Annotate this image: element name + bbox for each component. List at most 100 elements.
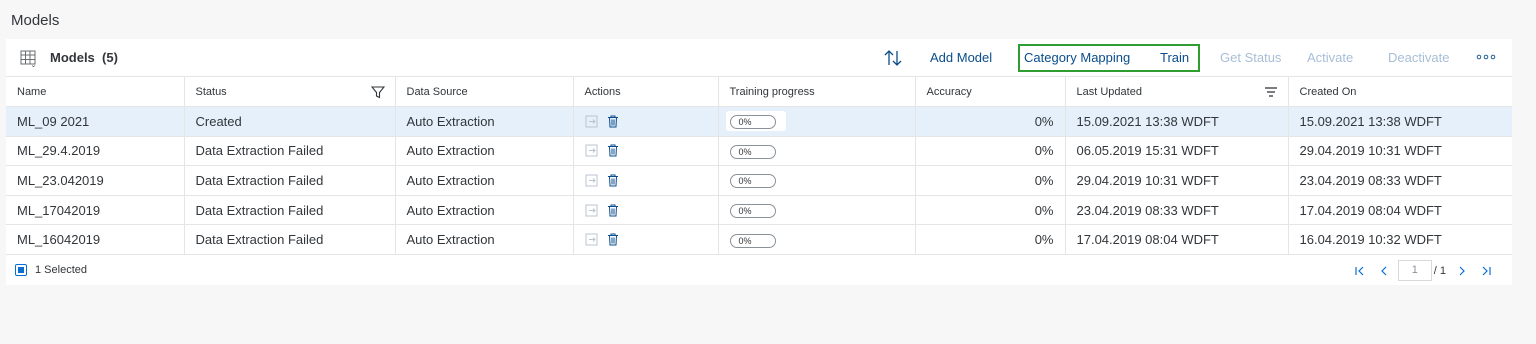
cell-data-source: Auto Extraction — [395, 165, 574, 196]
column-header-status-label: Status — [195, 85, 227, 98]
table-count: (5) — [102, 50, 118, 65]
cell-actions — [573, 165, 719, 196]
cell-accuracy: 0% — [915, 224, 1066, 255]
column-header-last-updated-label: Last Updated — [1076, 85, 1142, 98]
progress-container: 0% — [726, 141, 786, 161]
select-all-checkbox[interactable] — [15, 264, 27, 276]
cell-accuracy: 0% — [915, 165, 1066, 196]
table-row[interactable]: ML_17042019 Data Extraction Failed Auto … — [6, 195, 1512, 226]
delete-icon[interactable] — [607, 204, 619, 217]
table-row[interactable]: ML_16042019 Data Extraction Failed Auto … — [6, 224, 1512, 255]
page-input[interactable]: 1 — [1397, 260, 1432, 281]
cell-status: Created — [184, 106, 396, 137]
deactivate-button[interactable]: Deactivate — [1388, 50, 1449, 65]
column-header-data-source[interactable]: Data Source — [395, 76, 574, 107]
cell-last-updated: 29.04.2019 10:31 WDFT — [1065, 165, 1289, 196]
sort-icon[interactable] — [882, 48, 904, 68]
cell-created-on: 16.04.2019 10:32 WDFT — [1288, 224, 1512, 255]
cell-status: Data Extraction Failed — [184, 136, 396, 167]
column-header-last-updated[interactable]: Last Updated — [1065, 76, 1289, 107]
cell-actions — [573, 195, 719, 226]
cell-status: Data Extraction Failed — [184, 165, 396, 196]
progress-indicator: 0% — [729, 115, 776, 130]
table-row[interactable]: ML_29.4.2019 Data Extraction Failed Auto… — [6, 136, 1512, 167]
cell-accuracy: 0% — [915, 136, 1066, 167]
cell-data-source: Auto Extraction — [395, 224, 574, 255]
paginator: 1 / 1 — [1348, 260, 1498, 281]
table-row[interactable]: ML_09 2021 Created Auto Extraction 0% 0%… — [6, 106, 1512, 137]
activate-button[interactable]: Activate — [1307, 50, 1353, 65]
selected-count: 1 Selected — [35, 264, 87, 276]
column-header-status[interactable]: Status — [184, 76, 396, 107]
column-header-training-progress[interactable]: Training progress — [718, 76, 916, 107]
cell-data-source: Auto Extraction — [395, 195, 574, 226]
models-panel: Models (5) Add Model Category Mapping Tr… — [6, 39, 1512, 285]
previous-page-icon[interactable] — [1372, 264, 1396, 278]
table-row[interactable]: ML_23.042019 Data Extraction Failed Auto… — [6, 165, 1512, 196]
table-header-row: Name Status Data Source Actions Training… — [6, 76, 1512, 107]
cell-training-progress: 0% — [718, 136, 916, 167]
last-page-icon[interactable] — [1474, 264, 1498, 278]
first-page-icon[interactable] — [1348, 264, 1372, 278]
train-button[interactable]: Train — [1160, 50, 1189, 65]
table-title-text: Models — [50, 50, 95, 65]
cell-created-on: 17.04.2019 08:04 WDFT — [1288, 195, 1512, 226]
progress-indicator: 0% — [729, 174, 776, 189]
cell-last-updated: 23.04.2019 08:33 WDFT — [1065, 195, 1289, 226]
page-total: / 1 — [1433, 264, 1446, 277]
progress-container: 0% — [726, 230, 786, 250]
more-icon[interactable] — [1476, 53, 1496, 61]
filter-icon[interactable] — [370, 85, 385, 99]
cell-status: Data Extraction Failed — [184, 224, 396, 255]
progress-indicator: 0% — [729, 204, 776, 219]
cell-actions — [573, 136, 719, 167]
cell-status: Data Extraction Failed — [184, 195, 396, 226]
cell-name: ML_29.4.2019 — [6, 136, 185, 167]
cell-last-updated: 06.05.2019 15:31 WDFT — [1065, 136, 1289, 167]
table-title: Models (5) — [50, 50, 118, 65]
category-mapping-button[interactable]: Category Mapping — [1024, 50, 1130, 65]
delete-icon[interactable] — [607, 174, 619, 187]
delete-icon[interactable] — [607, 233, 619, 246]
column-header-accuracy[interactable]: Accuracy — [915, 76, 1066, 107]
cell-training-progress: 0% — [718, 106, 916, 137]
cell-last-updated: 15.09.2021 13:38 WDFT — [1065, 106, 1289, 137]
sort-descending-icon[interactable] — [1264, 85, 1278, 99]
progress-indicator: 0% — [729, 144, 776, 159]
cell-accuracy: 0% — [915, 106, 1066, 137]
cell-training-progress: 0% — [718, 195, 916, 226]
export-icon[interactable] — [585, 233, 598, 246]
cell-data-source: Auto Extraction — [395, 106, 574, 137]
progress-container: 0% — [726, 170, 786, 190]
export-icon[interactable] — [585, 204, 598, 217]
column-header-actions[interactable]: Actions — [573, 76, 719, 107]
add-model-button[interactable]: Add Model — [930, 50, 992, 65]
cell-name: ML_09 2021 — [6, 106, 185, 137]
next-page-icon[interactable] — [1450, 264, 1474, 278]
table-grid-icon[interactable] — [19, 49, 37, 67]
progress-container: 0% — [726, 200, 786, 220]
cell-created-on: 15.09.2021 13:38 WDFT — [1288, 106, 1512, 137]
cell-name: ML_17042019 — [6, 195, 185, 226]
page-title: Models — [11, 12, 60, 29]
cell-name: ML_23.042019 — [6, 165, 185, 196]
progress-indicator: 0% — [729, 233, 776, 248]
export-icon[interactable] — [585, 115, 598, 128]
cell-last-updated: 17.04.2019 08:04 WDFT — [1065, 224, 1289, 255]
table-footer: 1 Selected 1 / 1 — [6, 255, 1512, 285]
get-status-button[interactable]: Get Status — [1220, 50, 1281, 65]
cell-data-source: Auto Extraction — [395, 136, 574, 167]
column-header-created-on[interactable]: Created On — [1288, 76, 1512, 107]
cell-actions — [573, 224, 719, 255]
export-icon[interactable] — [585, 174, 598, 187]
progress-container: 0% — [725, 111, 786, 132]
delete-icon[interactable] — [607, 115, 619, 128]
cell-training-progress: 0% — [718, 224, 916, 255]
cell-accuracy: 0% — [915, 195, 1066, 226]
column-header-name[interactable]: Name — [6, 76, 185, 107]
export-icon[interactable] — [585, 144, 598, 157]
cell-created-on: 29.04.2019 10:31 WDFT — [1288, 136, 1512, 167]
delete-icon[interactable] — [607, 144, 619, 157]
cell-created-on: 23.04.2019 08:33 WDFT — [1288, 165, 1512, 196]
cell-actions — [573, 106, 719, 137]
